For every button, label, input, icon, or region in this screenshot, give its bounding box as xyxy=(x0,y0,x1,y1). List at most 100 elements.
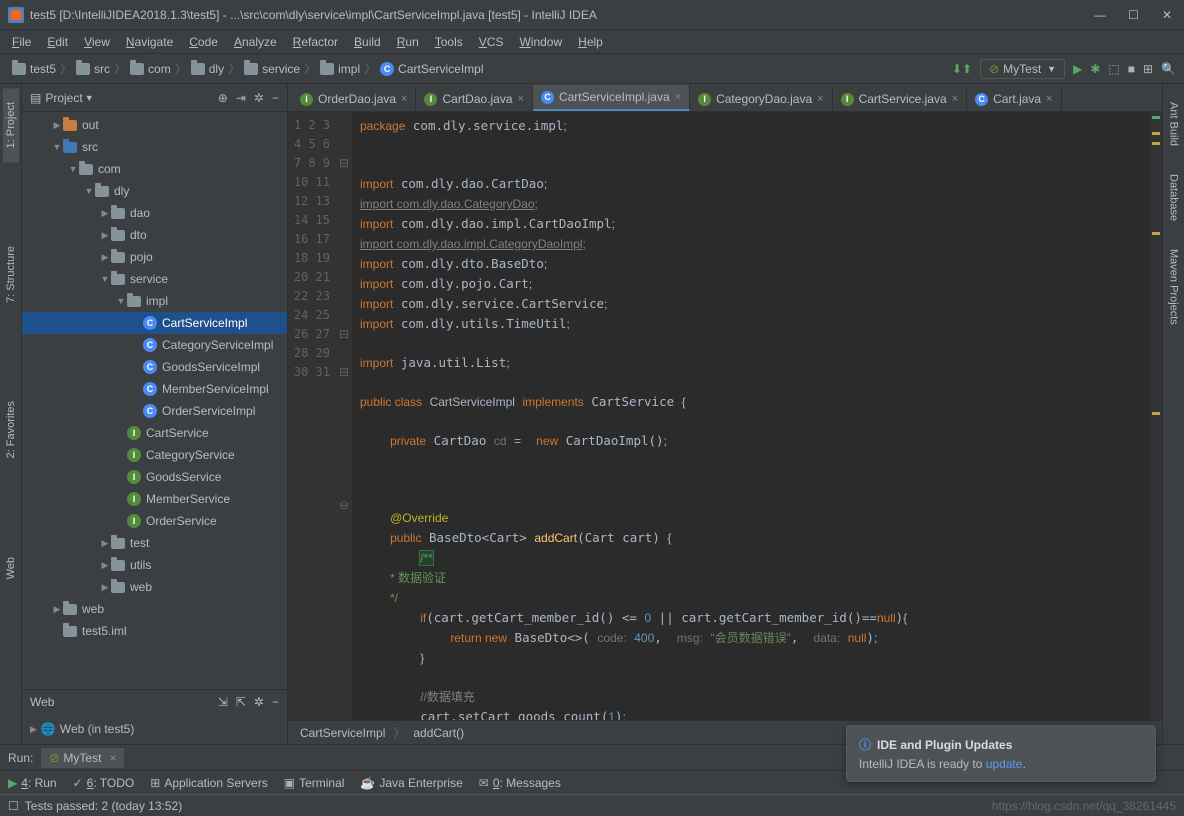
menu-tools[interactable]: Tools xyxy=(427,30,471,54)
update-notification[interactable]: ⓘIDE and Plugin Updates IntelliJ IDEA is… xyxy=(846,725,1156,782)
expand-arrow-icon[interactable]: ▶ xyxy=(30,724,37,735)
menu-refactor[interactable]: Refactor xyxy=(285,30,346,54)
menu-navigate[interactable]: Navigate xyxy=(118,30,181,54)
tree-OrderService[interactable]: IOrderService xyxy=(22,510,287,532)
tree-out[interactable]: ▶out xyxy=(22,114,287,136)
warning-mark[interactable] xyxy=(1152,412,1160,415)
maven-tab[interactable]: Maven Projects xyxy=(1166,235,1182,339)
hide-icon[interactable]: − xyxy=(272,695,279,709)
web-item[interactable]: Web (in test5) xyxy=(60,722,134,736)
tree-web[interactable]: ▶web xyxy=(22,598,287,620)
tree-GoodsServiceImpl[interactable]: CGoodsServiceImpl xyxy=(22,356,287,378)
tree-GoodsService[interactable]: IGoodsService xyxy=(22,466,287,488)
project-tool-tab[interactable]: 1: Project xyxy=(3,88,19,162)
menu-help[interactable]: Help xyxy=(570,30,611,54)
menu-file[interactable]: File xyxy=(4,30,39,54)
bottom-tab-4[interactable]: ☕Java Enterprise xyxy=(360,776,462,790)
crumb-CartServiceImpl[interactable]: CCartServiceImpl xyxy=(376,60,487,78)
tree-src[interactable]: ▼src xyxy=(22,136,287,158)
coverage-icon[interactable]: ⬚ xyxy=(1108,62,1119,76)
debug-icon[interactable]: ✱ xyxy=(1090,62,1100,76)
crumb-impl[interactable]: impl xyxy=(316,60,364,78)
tree-dao[interactable]: ▶dao xyxy=(22,202,287,224)
editor[interactable]: 1 2 3 4 5 6 7 8 9 10 11 12 13 14 15 16 1… xyxy=(288,112,1162,720)
code-area[interactable]: package com.dly.service.impl; import com… xyxy=(352,112,1150,720)
view-dropdown-icon[interactable]: ▼ xyxy=(85,93,94,103)
crumb-test5[interactable]: test5 xyxy=(8,60,60,78)
bottom-tab-2[interactable]: ⊞Application Servers xyxy=(150,776,267,790)
build-icon[interactable]: ⬇⬆ xyxy=(952,62,972,76)
menu-analyze[interactable]: Analyze xyxy=(226,30,285,54)
tab-CartDao.java[interactable]: ICartDao.java× xyxy=(416,87,532,111)
tree-CategoryServiceImpl[interactable]: CCategoryServiceImpl xyxy=(22,334,287,356)
favorites-tool-tab[interactable]: 2: Favorites xyxy=(3,387,19,472)
warning-mark[interactable] xyxy=(1152,142,1160,145)
run-config-selector[interactable]: ⊘ MyTest ▼ xyxy=(980,59,1065,79)
expand-icon[interactable]: ⇲ xyxy=(218,695,228,709)
tree-dto[interactable]: ▶dto xyxy=(22,224,287,246)
crumb-service[interactable]: service xyxy=(240,60,304,78)
close-button[interactable]: ✕ xyxy=(1162,8,1176,22)
structure-tool-tab[interactable]: 7: Structure xyxy=(3,232,19,317)
scroll-to-icon[interactable]: ⊕ xyxy=(218,91,228,105)
tab-Cart.java[interactable]: CCart.java× xyxy=(967,87,1061,111)
tree-dly[interactable]: ▼dly xyxy=(22,180,287,202)
project-tree[interactable]: ▶out▼src▼com▼dly▶dao▶dto▶pojo▼service▼im… xyxy=(22,112,287,689)
warning-mark[interactable] xyxy=(1152,232,1160,235)
tree-MemberServiceImpl[interactable]: CMemberServiceImpl xyxy=(22,378,287,400)
stop-icon[interactable]: ■ xyxy=(1128,62,1135,76)
layout-icon[interactable]: ⊞ xyxy=(1143,62,1153,76)
menu-code[interactable]: Code xyxy=(181,30,226,54)
crumb-com[interactable]: com xyxy=(126,60,175,78)
gear-icon[interactable]: ✲ xyxy=(254,695,264,709)
menu-run[interactable]: Run xyxy=(389,30,427,54)
tab-CartServiceImpl.java[interactable]: CCartServiceImpl.java× xyxy=(533,85,690,111)
run-tab[interactable]: ⊘ MyTest × xyxy=(41,748,124,768)
tree-com[interactable]: ▼com xyxy=(22,158,287,180)
breadcrumb-class[interactable]: CartServiceImpl xyxy=(300,726,385,740)
tree-test[interactable]: ▶test xyxy=(22,532,287,554)
tree-test5.iml[interactable]: test5.iml xyxy=(22,620,287,642)
search-icon[interactable]: 🔍 xyxy=(1161,62,1176,76)
warning-mark[interactable] xyxy=(1152,132,1160,135)
hide-icon[interactable]: − xyxy=(272,91,279,105)
bottom-tab-3[interactable]: ▣Terminal xyxy=(284,776,345,790)
fold-column[interactable]: ⊟⊟⊟⊖ xyxy=(336,112,352,720)
tab-CategoryDao.java[interactable]: ICategoryDao.java× xyxy=(690,87,833,111)
tree-CartServiceImpl[interactable]: CCartServiceImpl xyxy=(22,312,287,334)
tree-MemberService[interactable]: IMemberService xyxy=(22,488,287,510)
crumb-dly[interactable]: dly xyxy=(187,60,228,78)
run-icon[interactable]: ▶ xyxy=(1073,62,1082,76)
menu-view[interactable]: View xyxy=(76,30,118,54)
collapse-icon[interactable]: ⇥ xyxy=(236,91,246,105)
gear-icon[interactable]: ✲ xyxy=(254,91,264,105)
maximize-button[interactable]: ☐ xyxy=(1128,8,1142,22)
bottom-tab-5[interactable]: ✉0: Messages xyxy=(479,776,561,790)
bottom-tab-1[interactable]: ✓6: TODO xyxy=(73,776,135,790)
ant-build-tab[interactable]: Ant Build xyxy=(1166,88,1182,160)
menu-window[interactable]: Window xyxy=(511,30,570,54)
tree-CartService[interactable]: ICartService xyxy=(22,422,287,444)
panel-title[interactable]: Project xyxy=(45,91,82,105)
tree-OrderServiceImpl[interactable]: COrderServiceImpl xyxy=(22,400,287,422)
minimize-button[interactable]: — xyxy=(1094,8,1108,22)
menu-edit[interactable]: Edit xyxy=(39,30,76,54)
tree-utils[interactable]: ▶utils xyxy=(22,554,287,576)
menu-vcs[interactable]: VCS xyxy=(471,30,512,54)
web-tool-tab[interactable]: Web xyxy=(3,543,19,593)
tree-web[interactable]: ▶web xyxy=(22,576,287,598)
tree-impl[interactable]: ▼impl xyxy=(22,290,287,312)
crumb-src[interactable]: src xyxy=(72,60,114,78)
tree-service[interactable]: ▼service xyxy=(22,268,287,290)
database-tab[interactable]: Database xyxy=(1166,160,1182,235)
breadcrumb-method[interactable]: addCart() xyxy=(413,726,464,740)
tab-OrderDao.java[interactable]: IOrderDao.java× xyxy=(292,87,416,111)
tree-pojo[interactable]: ▶pojo xyxy=(22,246,287,268)
tree-CategoryService[interactable]: ICategoryService xyxy=(22,444,287,466)
tab-CartService.java[interactable]: ICartService.java× xyxy=(833,87,967,111)
error-stripe[interactable] xyxy=(1150,112,1162,720)
menu-build[interactable]: Build xyxy=(346,30,389,54)
update-link[interactable]: update xyxy=(986,757,1023,771)
bottom-tab-0[interactable]: ▶4: Run xyxy=(8,776,57,790)
collapse-icon[interactable]: ⇱ xyxy=(236,695,246,709)
